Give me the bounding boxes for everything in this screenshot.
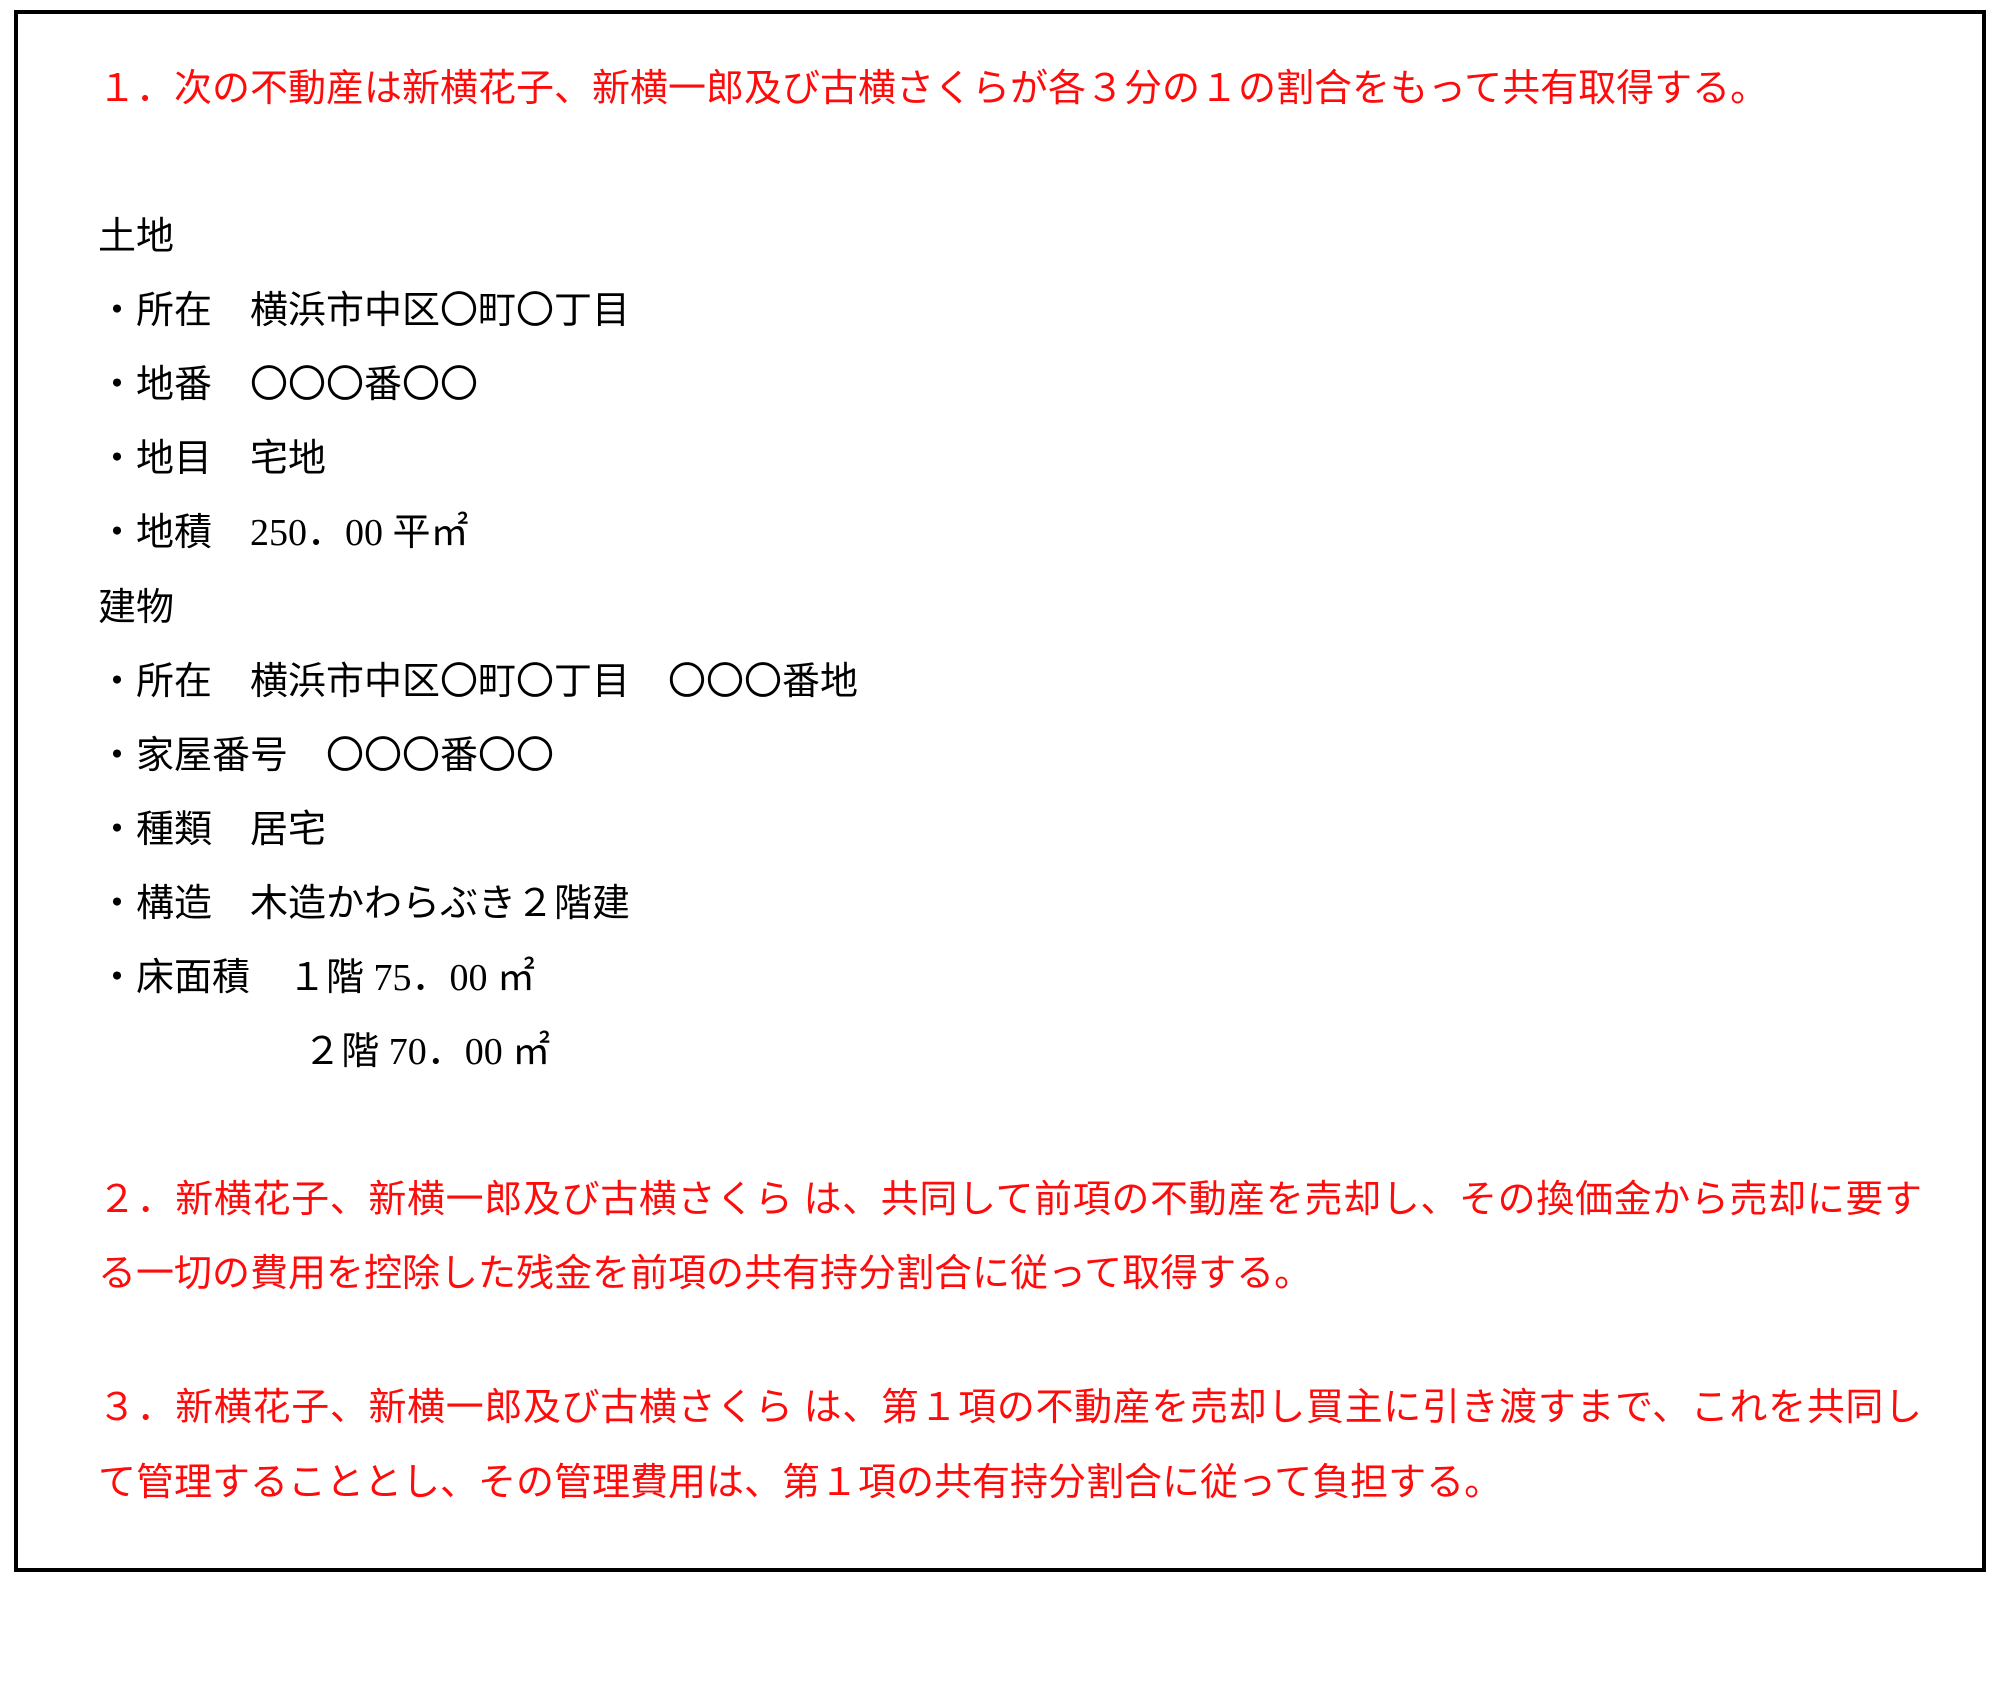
building-structure: ・構造 木造かわらぶき２階建 xyxy=(98,867,1922,941)
land-area: ・地積 250．00 平㎡ xyxy=(98,496,1922,570)
building-house-number: ・家屋番号 〇〇〇番〇〇 xyxy=(98,719,1922,793)
land-number: ・地番 〇〇〇番〇〇 xyxy=(98,348,1922,422)
land-category: ・地目 宅地 xyxy=(98,422,1922,496)
clause-1: １．次の不動産は新横花子、新横一郎及び古横さくらが各３分の１の割合をもって共有取… xyxy=(98,52,1922,126)
building-header: 建物 xyxy=(98,571,1922,645)
building-type: ・種類 居宅 xyxy=(98,793,1922,867)
building-floor-area-1: ・床面積 １階 75．00 ㎡ xyxy=(98,941,1922,1015)
clause-2: ２．新横花子、新横一郎及び古横さくら は、共同して前項の不動産を売却し、その換価… xyxy=(98,1163,1922,1311)
building-location: ・所在 横浜市中区〇町〇丁目 〇〇〇番地 xyxy=(98,645,1922,719)
land-header: 土地 xyxy=(98,200,1922,274)
building-floor-area-2: ２階 70．00 ㎡ xyxy=(98,1015,1922,1089)
clause-3: ３．新横花子、新横一郎及び古横さくら は、第１項の不動産を売却し買主に引き渡すま… xyxy=(98,1371,1922,1519)
document-frame: １．次の不動産は新横花子、新横一郎及び古横さくらが各３分の１の割合をもって共有取… xyxy=(14,10,1986,1572)
land-location: ・所在 横浜市中区〇町〇丁目 xyxy=(98,274,1922,348)
